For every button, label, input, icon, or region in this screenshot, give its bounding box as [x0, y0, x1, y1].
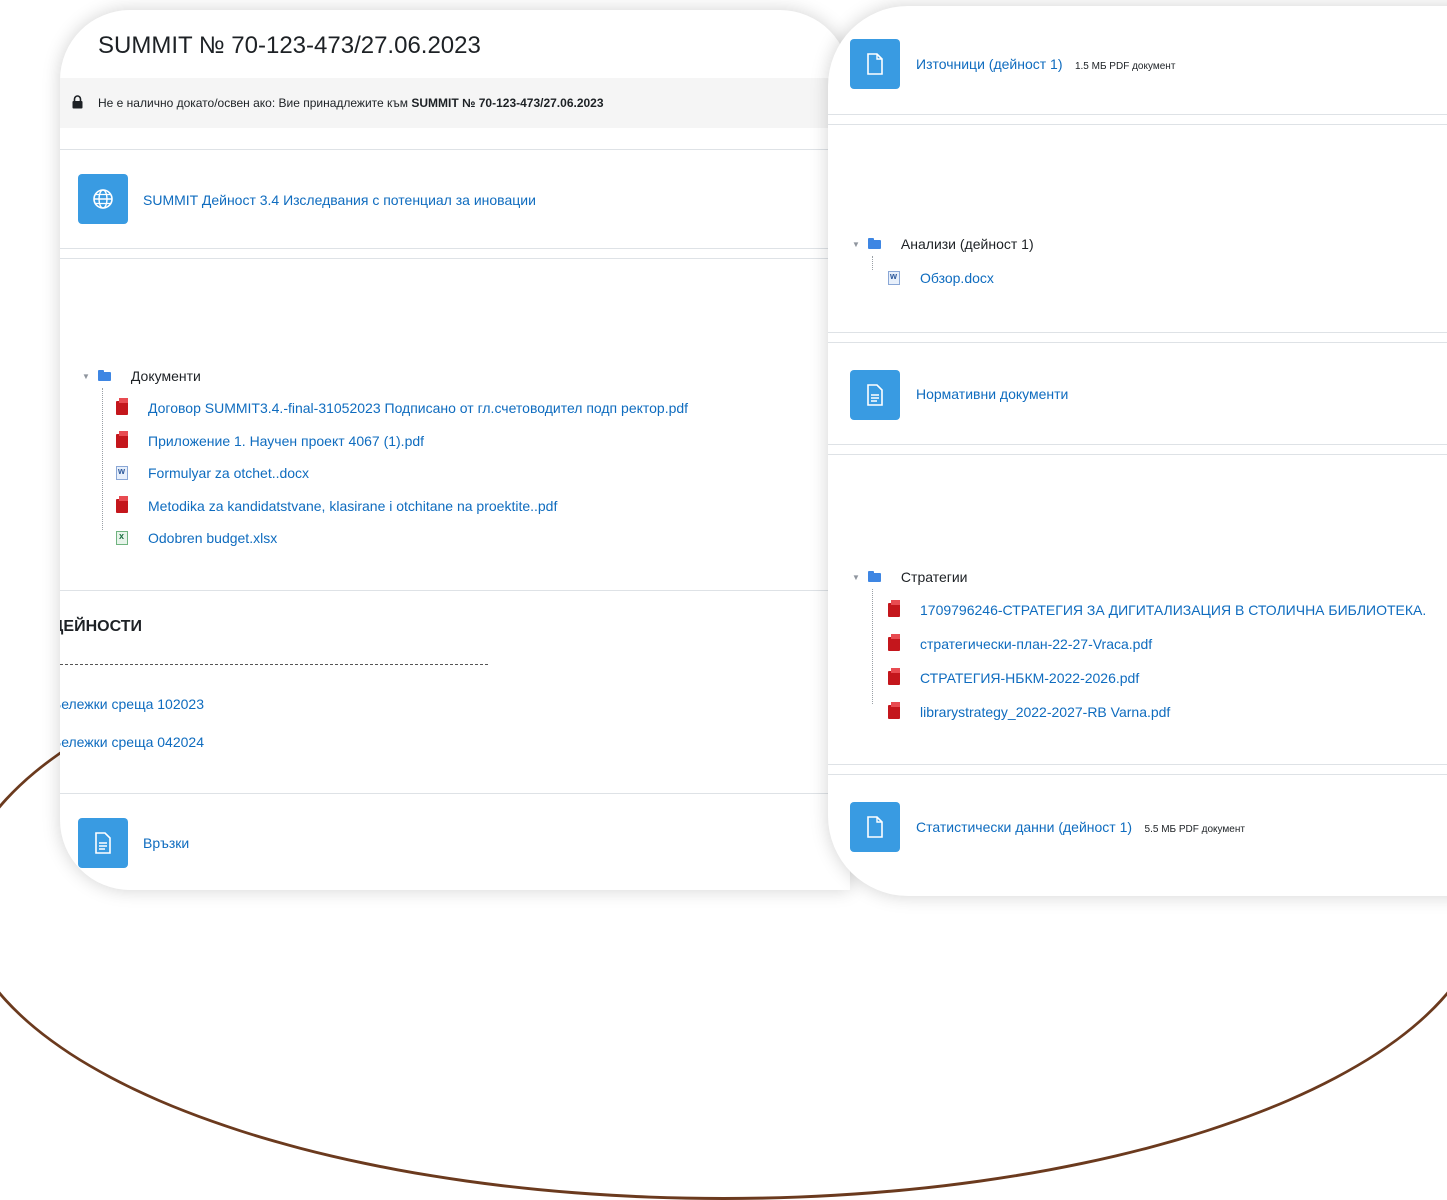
divider — [60, 590, 850, 591]
pdf-file-icon — [888, 702, 900, 719]
page-resource-icon[interactable] — [850, 370, 900, 420]
folder-name: Анализи (дейност 1) — [900, 236, 1034, 252]
divider — [828, 114, 1447, 115]
folder-strategies[interactable]: ▼ Стратегии — [852, 569, 968, 585]
folder-name: Стратегии — [900, 569, 968, 585]
tree-line — [872, 589, 873, 704]
divider — [828, 444, 1447, 445]
pdf-file-icon — [116, 431, 128, 448]
url-activity-link[interactable]: SUMMIT Дейност 3.4 Изследвания с потенци… — [143, 192, 536, 208]
links-activity[interactable]: Връзки — [143, 835, 189, 851]
word-file-icon — [888, 271, 900, 285]
tree-line — [872, 256, 873, 270]
divider — [828, 342, 1447, 343]
pdf-file-icon — [888, 600, 900, 617]
restriction-text: Не е налично докато/освен ако: Вие прина… — [98, 96, 604, 110]
divider — [60, 248, 850, 249]
file-item[interactable]: стратегически-план-22-27-Vraca.pdf — [888, 634, 1152, 652]
file-item[interactable]: 1709796246-СТРАТЕГИЯ ЗА ДИГИТАЛИЗАЦИЯ В … — [888, 600, 1426, 618]
pdf-file-icon — [116, 398, 128, 415]
resource-meta: 1.5 МБ PDF документ — [1074, 61, 1176, 72]
excel-file-icon — [116, 531, 128, 545]
activities-heading: ДЕЙНОСТИ — [60, 618, 142, 635]
file-link[interactable]: Metodika za kandidatstvane, klasirane i … — [148, 498, 557, 514]
right-course-panel: Източници (дейност 1) 1.5 МБ PDF докумен… — [828, 6, 1447, 896]
page-icon — [867, 384, 883, 406]
restriction-notice: Не е налично докато/освен ако: Вие прина… — [60, 78, 850, 128]
divider — [60, 258, 850, 259]
folder-icon — [867, 570, 881, 582]
file-item[interactable]: Formulyar za otchet..docx — [116, 465, 309, 481]
file-item[interactable]: Приложение 1. Научен проект 4067 (1).pdf — [116, 431, 424, 449]
file-link[interactable]: Formulyar za otchet..docx — [148, 465, 309, 481]
tree-line — [102, 388, 103, 530]
divider — [828, 124, 1447, 125]
lock-icon — [72, 95, 83, 109]
word-file-icon — [116, 466, 128, 480]
normative-docs-link[interactable]: Нормативни документи — [916, 386, 1068, 402]
expand-triangle-icon[interactable]: ▼ — [82, 372, 90, 381]
divider — [828, 764, 1447, 765]
notes-link-2[interactable]: Бележки среща 042024 — [60, 734, 204, 750]
expand-triangle-icon[interactable]: ▼ — [852, 573, 860, 582]
page-icon — [95, 832, 111, 854]
file-icon — [867, 53, 883, 75]
resource-meta: 5.5 МБ PDF документ — [1144, 824, 1245, 835]
file-link[interactable]: Приложение 1. Научен проект 4067 (1).pdf — [148, 433, 424, 449]
resource-item[interactable]: Източници (дейност 1) 1.5 МБ PDF докумен… — [916, 56, 1175, 74]
pdf-file-icon — [116, 496, 128, 513]
resource-icon[interactable] — [850, 39, 900, 89]
file-item[interactable]: Odobren budget.xlsx — [116, 530, 277, 546]
folder-icon — [867, 237, 881, 249]
file-link[interactable]: стратегически-план-22-27-Vraca.pdf — [920, 636, 1152, 652]
file-item[interactable]: СТРАТЕГИЯ-НБКМ-2022-2026.pdf — [888, 668, 1139, 686]
folder-documents[interactable]: ▼ Документи — [82, 368, 201, 384]
file-item[interactable]: Обзор.docx — [888, 270, 994, 286]
folder-analyses[interactable]: ▼ Анализи (дейност 1) — [852, 236, 1034, 252]
folder-icon — [97, 369, 111, 381]
divider — [828, 774, 1447, 775]
notes-link-1[interactable]: Бележки среща 102023 — [60, 696, 204, 712]
resource-icon[interactable] — [850, 802, 900, 852]
url-activity-icon[interactable] — [78, 174, 128, 224]
restriction-group: SUMMIT № 70-123-473/27.06.2023 — [411, 96, 604, 110]
section-title: SUMMIT № 70-123-473/27.06.2023 — [98, 32, 481, 59]
file-item[interactable]: librarystrategy_2022-2027-RB Varna.pdf — [888, 702, 1170, 720]
file-item[interactable]: Metodika za kandidatstvane, klasirane i … — [116, 496, 557, 514]
divider — [60, 793, 850, 794]
expand-triangle-icon[interactable]: ▼ — [852, 240, 860, 249]
file-link[interactable]: Обзор.docx — [920, 270, 994, 286]
left-course-panel: SUMMIT № 70-123-473/27.06.2023 Не е нали… — [60, 10, 850, 890]
resource-item[interactable]: Статистически данни (дейност 1) 5.5 МБ P… — [916, 819, 1245, 837]
file-link[interactable]: Договор SUMMIT3.4.-final-31052023 Подпис… — [148, 400, 688, 416]
file-icon — [867, 816, 883, 838]
dashed-separator — [60, 664, 488, 665]
file-link[interactable]: СТРАТЕГИЯ-НБКМ-2022-2026.pdf — [920, 670, 1139, 686]
folder-name: Документи — [130, 368, 201, 384]
restriction-prefix: Не е налично докато/освен ако: Вие прина… — [98, 96, 409, 110]
file-link[interactable]: librarystrategy_2022-2027-RB Varna.pdf — [920, 704, 1170, 720]
resource-link[interactable]: Източници (дейност 1) — [916, 56, 1063, 72]
file-link[interactable]: Odobren budget.xlsx — [148, 530, 277, 546]
divider — [828, 454, 1447, 455]
resource-link[interactable]: Статистически данни (дейност 1) — [916, 819, 1132, 835]
pdf-file-icon — [888, 634, 900, 651]
divider — [60, 149, 850, 150]
divider — [828, 332, 1447, 333]
globe-icon — [93, 189, 113, 209]
file-item[interactable]: Договор SUMMIT3.4.-final-31052023 Подпис… — [116, 398, 688, 416]
pdf-file-icon — [888, 668, 900, 685]
file-link[interactable]: 1709796246-СТРАТЕГИЯ ЗА ДИГИТАЛИЗАЦИЯ В … — [920, 602, 1426, 618]
